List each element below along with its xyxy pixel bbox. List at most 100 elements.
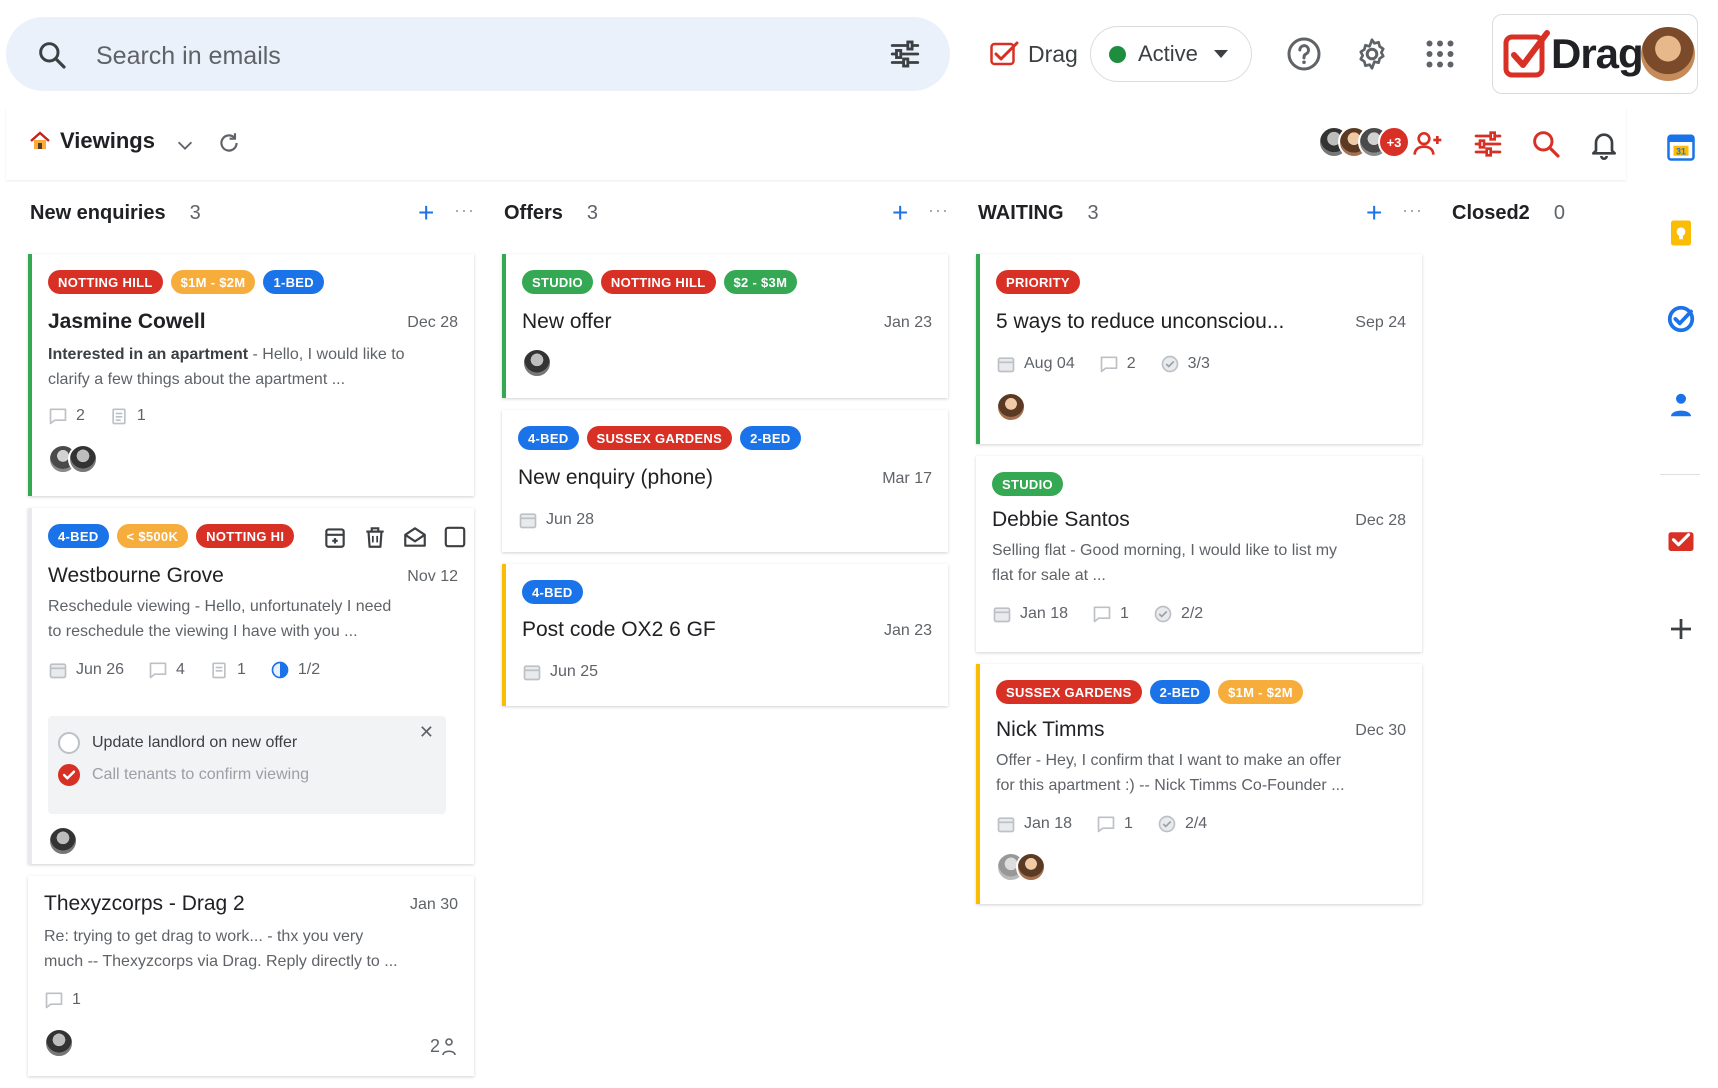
contacts-icon[interactable] <box>1666 390 1696 420</box>
bell-icon[interactable] <box>1588 128 1620 160</box>
snippet-line: Re: trying to get drag to work... - thx … <box>44 928 364 945</box>
card-title: Post code OX2 6 GF <box>522 618 716 641</box>
person-icon <box>442 1037 456 1055</box>
task-progress[interactable]: 2/4 <box>1157 814 1207 834</box>
calendar-small-icon <box>997 357 1015 373</box>
tune-icon[interactable] <box>888 37 922 71</box>
task-progress[interactable]: 1/2 <box>270 660 320 680</box>
tag[interactable]: 4-BED <box>48 524 109 548</box>
more-icon[interactable]: ··· <box>928 200 949 221</box>
card-title: 5 ways to reduce unconsciou... <box>996 310 1285 333</box>
card-westbourne-grove[interactable]: 4-BED < $500K NOTTING HI Westbourne Grov… <box>28 508 474 864</box>
drag-toggle-label: Drag <box>1028 40 1078 67</box>
tag[interactable]: 2-BED <box>1149 680 1211 704</box>
tag[interactable]: NOTTING HILL <box>48 270 163 294</box>
search-bar[interactable]: Search in emails <box>6 17 950 91</box>
assignee-avatar[interactable] <box>48 826 78 856</box>
tag[interactable]: $1M - $2M <box>1218 680 1303 704</box>
card-jasmine-cowell[interactable]: NOTTING HILL $1M - $2M 1-BED Jasmine Cow… <box>28 254 474 496</box>
task-item[interactable]: Update landlord on new offer <box>58 732 297 754</box>
delete-icon[interactable] <box>362 524 388 550</box>
add-card-icon[interactable]: + <box>1366 199 1382 227</box>
select-checkbox-icon[interactable] <box>442 524 468 550</box>
card-five-ways[interactable]: PRIORITY 5 ways to reduce unconsciou... … <box>976 254 1422 444</box>
card-nick-timms[interactable]: SUSSEX GARDENS 2-BED $1M - $2M Nick Timm… <box>976 664 1422 904</box>
card-title: New enquiry (phone) <box>518 466 713 489</box>
status-dropdown[interactable]: Active <box>1090 26 1252 82</box>
assignee-avatar[interactable] <box>44 1028 74 1058</box>
snooze-icon[interactable] <box>322 524 348 550</box>
apps-icon[interactable] <box>1422 36 1458 72</box>
help-icon[interactable] <box>1286 36 1322 72</box>
calendar-icon[interactable]: 31 <box>1666 132 1696 162</box>
comment-count: 2 <box>1099 354 1136 374</box>
tag[interactable]: 1-BED <box>263 270 324 294</box>
tag[interactable]: $2 - $3M <box>723 270 798 294</box>
snippet-line: Selling flat - Good morning, I would lik… <box>992 542 1338 559</box>
column-title: Closed2 <box>1452 202 1530 224</box>
card-snippet: Reschedule viewing - Hello, unfortunatel… <box>48 594 458 644</box>
account-switcher[interactable]: Drag <box>1492 14 1698 94</box>
settings-icon[interactable] <box>1354 36 1390 72</box>
task-progress[interactable]: 3/3 <box>1160 354 1210 374</box>
close-icon[interactable]: ✕ <box>419 722 434 743</box>
tag[interactable]: PRIORITY <box>996 270 1080 294</box>
card-new-enquiry-phone[interactable]: 4-BED SUSSEX GARDENS 2-BED New enquiry (… <box>502 410 948 552</box>
comment-count: 1 <box>44 990 81 1010</box>
chevron-down-icon[interactable] <box>174 134 196 156</box>
tag[interactable]: STUDIO <box>522 270 593 294</box>
keep-icon[interactable] <box>1666 218 1696 248</box>
task-progress-value: 2/4 <box>1184 815 1208 832</box>
card-title: Debbie Santos <box>992 508 1130 531</box>
more-icon[interactable]: ··· <box>454 200 475 221</box>
task-progress[interactable]: 2/2 <box>1153 604 1203 624</box>
snippet-line: - Hello, I would like to <box>248 346 405 363</box>
account-avatar[interactable] <box>1641 27 1695 81</box>
card-thexyzcorps[interactable]: Thexyzcorps - Drag 2 Jan 30 Re: trying t… <box>28 876 474 1076</box>
tasks-icon[interactable] <box>1666 304 1696 334</box>
tag[interactable]: 2-BED <box>740 426 801 450</box>
drag-app-icon[interactable] <box>1666 526 1696 556</box>
tag[interactable]: STUDIO <box>992 472 1063 496</box>
mark-read-icon[interactable] <box>402 524 428 550</box>
note-icon <box>112 408 126 425</box>
add-member-icon[interactable] <box>1412 128 1444 160</box>
column-header-new-enquiries: New enquiries 3 <box>30 202 201 225</box>
add-card-icon[interactable]: + <box>892 199 908 227</box>
card-debbie-santos[interactable]: STUDIO Debbie Santos Dec 28 Selling flat… <box>976 456 1422 652</box>
board-search-icon[interactable] <box>1530 128 1562 160</box>
tag[interactable]: < $500K <box>116 524 189 548</box>
task-item[interactable]: Call tenants to confirm viewing <box>58 764 309 786</box>
tag[interactable]: 4-BED <box>522 580 583 604</box>
board-title[interactable]: Viewings <box>28 128 155 154</box>
card-title: Westbourne Grove <box>48 564 224 587</box>
due-date: Jun 28 <box>518 510 594 530</box>
tag[interactable]: $1M - $2M <box>170 270 256 294</box>
tag[interactable]: NOTTING HILL <box>600 270 716 294</box>
task-checked-icon[interactable] <box>58 764 80 786</box>
card-post-code[interactable]: 4-BED Post code OX2 6 GF Jan 23 Jun 25 <box>502 564 948 706</box>
assignee-avatar[interactable] <box>522 348 552 378</box>
card-date: Jan 23 <box>883 314 932 331</box>
more-icon[interactable]: ··· <box>1402 200 1423 221</box>
house-icon <box>30 131 50 149</box>
tag[interactable]: SUSSEX GARDENS <box>586 426 733 450</box>
refresh-icon[interactable] <box>216 130 242 156</box>
plus-icon[interactable] <box>1666 614 1696 644</box>
search-input[interactable]: Search in emails <box>96 42 281 71</box>
card-new-offer[interactable]: STUDIO NOTTING HILL $2 - $3M New offer J… <box>502 254 948 398</box>
board-members[interactable]: +3 <box>1318 126 1410 158</box>
calendar-small-icon <box>49 663 67 679</box>
assign-count[interactable]: 2 <box>430 1036 456 1057</box>
assignee-avatar[interactable] <box>1016 852 1046 882</box>
assignee-avatar[interactable] <box>68 444 98 474</box>
comment-count: 1 <box>1096 814 1133 834</box>
filter-icon[interactable] <box>1472 128 1504 160</box>
tag[interactable]: NOTTING HI <box>196 524 295 548</box>
drag-toggle-button[interactable]: Drag <box>990 38 1078 70</box>
tag[interactable]: 4-BED <box>518 426 579 450</box>
assignee-avatar[interactable] <box>996 392 1026 422</box>
task-checkbox[interactable] <box>58 732 80 754</box>
add-card-icon[interactable]: + <box>418 199 434 227</box>
tag[interactable]: SUSSEX GARDENS <box>996 680 1142 704</box>
